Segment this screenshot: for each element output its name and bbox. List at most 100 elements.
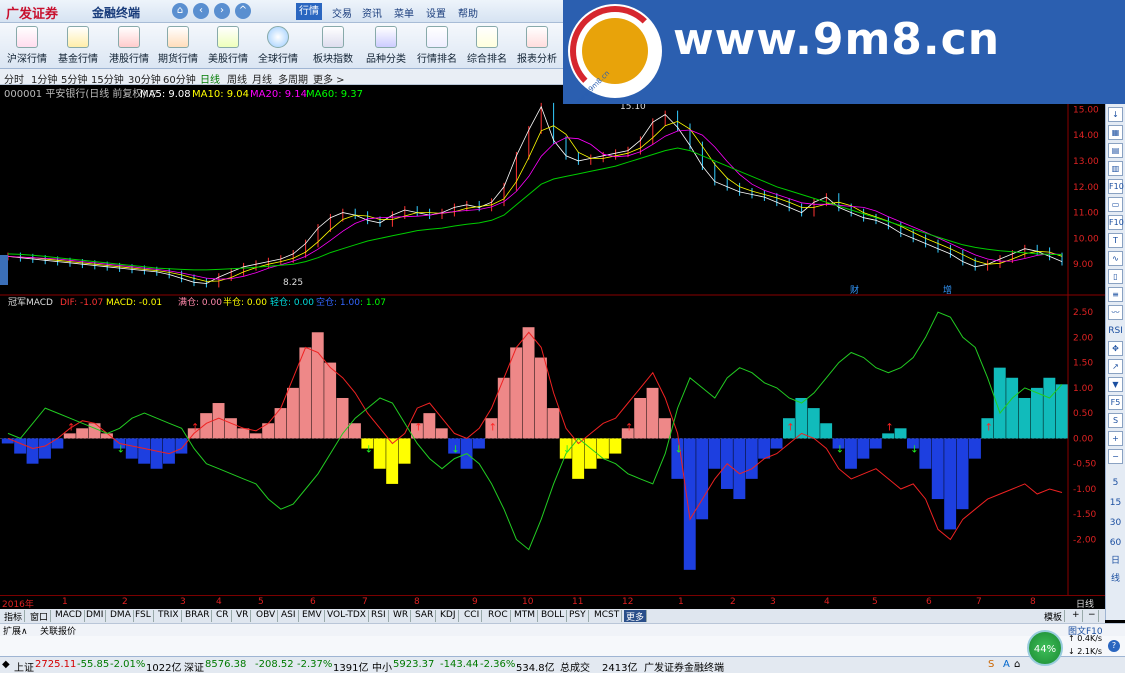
tab-obv[interactable]: OBV <box>254 610 279 622</box>
period-30min[interactable]: 30分钟 <box>128 71 161 86</box>
toolbar-shsz[interactable]: 沪深行情 <box>3 25 51 67</box>
add-tab-icon[interactable]: + <box>1070 610 1083 622</box>
toolbar-futures[interactable]: 期货行情 <box>154 25 202 67</box>
chart-icon <box>16 26 38 48</box>
candle-icon[interactable]: ▯ <box>1108 269 1123 284</box>
period-more[interactable]: 更多 > <box>313 71 345 86</box>
tab-roc[interactable]: ROC <box>486 610 511 622</box>
toolbar-hk[interactable]: 港股行情 <box>105 25 153 67</box>
tab-rsi[interactable]: RSI <box>369 610 389 622</box>
chart-area[interactable]: ↑ ↓ ↑ ↓ ↑ ↓ ↑ ↓ ↑ ↓ ↑ ↓ ↑ ↓ ↑ 000001 平安银行(日线 前复权) ▽ MA… <box>0 85 1105 595</box>
toolbar-us[interactable]: 美股行情 <box>204 25 252 67</box>
tab-macd[interactable]: MACD <box>53 610 85 622</box>
wave-icon[interactable]: 〰 <box>1108 305 1123 320</box>
toolbar-category[interactable]: 品种分类 <box>362 25 410 67</box>
period-day[interactable]: 日线 <box>200 71 220 86</box>
collapse-icon[interactable]: ^ <box>235 3 251 19</box>
bar-chart-icon[interactable]: ▥ <box>1108 161 1123 176</box>
tab-kdj[interactable]: KDJ <box>438 610 459 622</box>
event-marker-increase[interactable]: 增 <box>943 284 952 296</box>
tab-psy[interactable]: PSY <box>567 610 589 622</box>
period-day-button[interactable]: 日 <box>1108 555 1123 570</box>
download-speed: ↓ 2.1K/s <box>1068 647 1103 656</box>
rsi-icon[interactable]: RSI <box>1108 325 1123 340</box>
arrow-down-icon[interactable]: ↓ <box>1108 107 1123 122</box>
tab-wr[interactable]: WR <box>391 610 412 622</box>
tab-mtm[interactable]: MTM <box>512 610 539 622</box>
toolbar-overall-ranking[interactable]: 综合排名 <box>463 25 511 67</box>
f5-icon[interactable]: F5 <box>1108 395 1123 410</box>
tab-indicator[interactable]: 指标 <box>2 610 26 623</box>
expand-handle[interactable] <box>0 255 8 285</box>
toolbar-fund[interactable]: 基金行情 <box>54 25 102 67</box>
line-chart-icon[interactable]: ∿ <box>1108 251 1123 266</box>
tab-trix[interactable]: TRIX <box>156 610 182 622</box>
minus-icon[interactable]: − <box>1108 449 1123 464</box>
period-15min[interactable]: 15分钟 <box>91 71 124 86</box>
s-icon[interactable]: S <box>1108 413 1123 428</box>
period-multi[interactable]: 多周期 <box>278 71 308 86</box>
period-15-button[interactable]: 15 <box>1108 497 1123 512</box>
document-icon[interactable]: ▭ <box>1108 197 1123 212</box>
tray-icon[interactable]: ⌂ <box>1014 659 1020 670</box>
buy-arrow: ↑ <box>67 422 75 433</box>
s-logo-icon[interactable]: S <box>988 659 994 670</box>
tab-asi[interactable]: ASI <box>279 610 299 622</box>
tab-dmi[interactable]: DMI <box>84 610 107 622</box>
tab-sar[interactable]: SAR <box>413 610 437 622</box>
event-marker-finance[interactable]: 财 <box>850 284 859 296</box>
tab-brar[interactable]: BRAR <box>183 610 213 622</box>
period-5-button[interactable]: 5 <box>1108 477 1123 492</box>
font-icon[interactable]: A <box>1003 659 1010 670</box>
period-month[interactable]: 月线 <box>252 71 272 86</box>
remove-tab-icon[interactable]: − <box>1086 610 1099 622</box>
tab-emv[interactable]: EMV <box>300 610 325 622</box>
f10-alt-icon[interactable]: F10 <box>1108 215 1124 230</box>
down-icon[interactable]: ▼ <box>1108 377 1123 392</box>
plus-icon[interactable]: + <box>1108 431 1123 446</box>
grid-icon[interactable]: ▦ <box>1108 125 1123 140</box>
tab-more[interactable]: 更多 <box>624 610 648 623</box>
period-line-button[interactable]: 线 <box>1108 573 1123 588</box>
period-5min[interactable]: 5分钟 <box>61 71 87 86</box>
tab-vr[interactable]: VR <box>234 610 252 622</box>
move-icon[interactable]: ✥ <box>1108 341 1123 356</box>
toolbar-sector[interactable]: 板块指数 <box>309 25 357 67</box>
period-week[interactable]: 周线 <box>227 71 247 86</box>
toolbar-label: 期货行情 <box>158 54 198 65</box>
tf-icon[interactable]: T <box>1108 233 1123 248</box>
menu-news[interactable]: 资讯 <box>362 5 382 20</box>
tab-fsl[interactable]: FSL <box>133 610 154 622</box>
tab-cci[interactable]: CCI <box>462 610 483 622</box>
home-icon[interactable]: ⌂ <box>172 3 188 19</box>
toolbar-ranking[interactable]: 行情排名 <box>413 25 461 67</box>
menu-trade[interactable]: 交易 <box>332 5 352 20</box>
help-icon[interactable]: ? <box>1108 640 1120 652</box>
period-30-button[interactable]: 30 <box>1108 517 1123 532</box>
f10-icon[interactable]: F10 <box>1108 179 1124 194</box>
menu-help[interactable]: 帮助 <box>458 5 478 20</box>
period-timeshare[interactable]: 分时 <box>4 71 24 86</box>
network-gauge[interactable]: 44% <box>1027 630 1063 666</box>
tab-dma[interactable]: DMA <box>108 610 134 622</box>
toolbar-global[interactable]: 全球行情 <box>254 25 302 67</box>
toolbar-report[interactable]: 报表分析 <box>513 25 561 67</box>
time-tick: 2 <box>122 597 128 607</box>
menu-quotes[interactable]: 行情 <box>296 3 322 20</box>
menu-menu[interactable]: 菜单 <box>394 5 414 20</box>
back-icon[interactable]: ‹ <box>193 3 209 19</box>
menu-settings[interactable]: 设置 <box>426 5 446 20</box>
list-icon[interactable]: ≡ <box>1108 287 1123 302</box>
chart-up-icon[interactable]: ↗ <box>1108 359 1123 374</box>
tab-window[interactable]: 窗口 <box>28 610 52 623</box>
template-button[interactable]: 模板 <box>1042 610 1066 623</box>
period-60-button[interactable]: 60 <box>1108 537 1123 552</box>
tab-vol-tdx[interactable]: VOL-TDX <box>325 610 369 622</box>
tab-cr[interactable]: CR <box>214 610 232 622</box>
table-icon[interactable]: ▤ <box>1108 143 1123 158</box>
tab-mcst[interactable]: MCST <box>592 610 623 622</box>
period-60min[interactable]: 60分钟 <box>163 71 196 86</box>
forward-icon[interactable]: › <box>214 3 230 19</box>
period-1min[interactable]: 1分钟 <box>31 71 57 86</box>
tab-boll[interactable]: BOLL <box>539 610 568 622</box>
